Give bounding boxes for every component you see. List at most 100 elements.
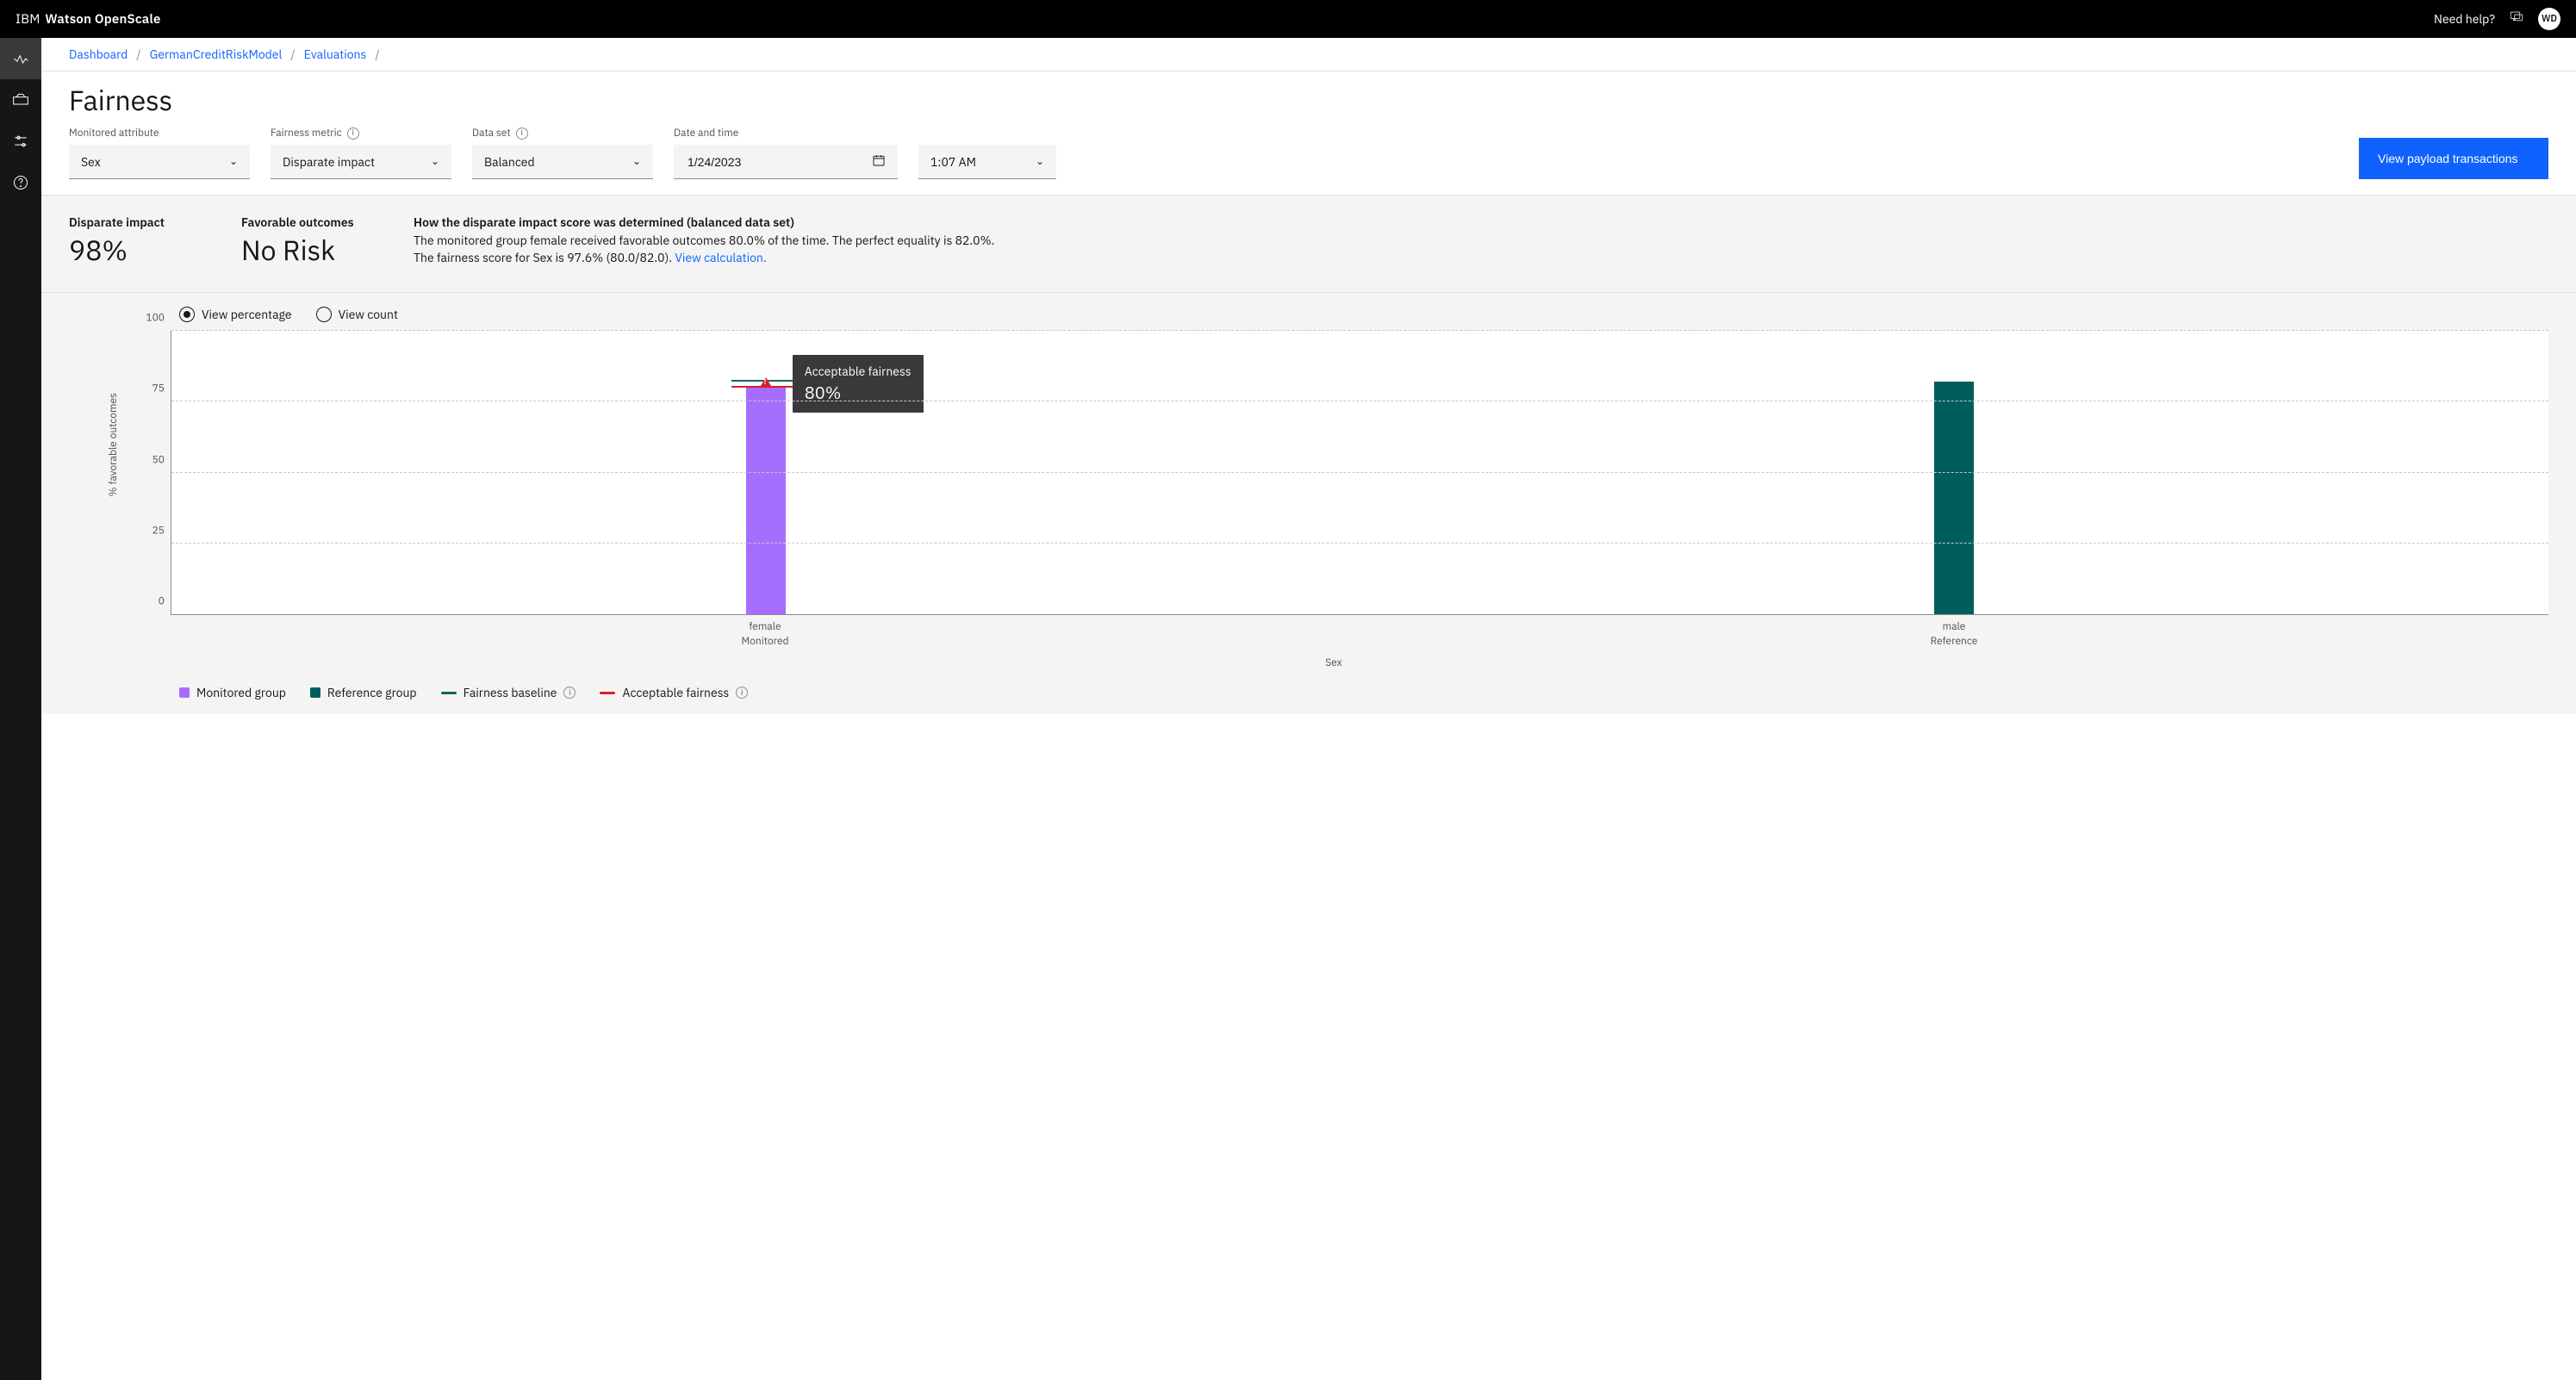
breadcrumb: Dashboard / GermanCreditRiskModel / Eval… — [41, 38, 2576, 71]
chevron-down-icon: ⌄ — [1036, 155, 1044, 168]
nav-help-icon[interactable] — [0, 162, 41, 203]
legend-monitored-group: Monitored group — [179, 685, 286, 700]
chart-tooltip: Acceptable fairness 80% — [793, 355, 924, 413]
line-swatch-icon — [600, 692, 615, 694]
chart-band: View percentage View count % favorable o… — [41, 293, 2576, 714]
radio-view-percentage[interactable]: View percentage — [179, 307, 292, 322]
bar-slot — [171, 331, 1360, 614]
metric-value: 98% — [69, 232, 190, 268]
date-input[interactable] — [674, 145, 898, 179]
select-time[interactable]: 1:07 AM ⌄ — [918, 145, 1056, 179]
warning-icon — [761, 377, 771, 386]
view-payload-transactions-button[interactable]: View payload transactions — [2359, 138, 2548, 179]
radio-dot-icon — [179, 307, 195, 322]
chart-plot: Acceptable fairness 80% 0255075100 — [171, 331, 2548, 615]
legend-label: Fairness baseline — [464, 685, 557, 700]
brand-light: IBM — [16, 11, 40, 28]
left-nav-rail — [0, 38, 41, 1380]
chart-area: % favorable outcomes Acceptable fairness… — [41, 331, 2576, 674]
chart-xcat: maleReference — [1360, 615, 2548, 648]
explain-block: How the disparate impact score was deter… — [414, 214, 1017, 268]
chat-icon[interactable] — [2509, 9, 2524, 28]
explain-title: How the disparate impact score was deter… — [414, 214, 1017, 230]
calendar-icon — [872, 153, 886, 171]
field-monitored-attribute: Monitored attribute Sex ⌄ — [69, 127, 250, 179]
metric-label: Favorable outcomes — [241, 214, 362, 230]
radio-view-count[interactable]: View count — [316, 307, 398, 322]
radio-dot-icon — [316, 307, 332, 322]
field-label: Data set i — [472, 127, 653, 140]
chart-bar[interactable] — [746, 388, 786, 614]
legend-acceptable-fairness: Acceptable fairness i — [600, 685, 748, 700]
legend-label: Reference group — [327, 685, 417, 700]
chart-ylabel: % favorable outcomes — [107, 393, 120, 496]
field-fairness-metric: Fairness metric i Disparate impact ⌄ — [271, 127, 451, 179]
chart-xcat: femaleMonitored — [171, 615, 1360, 648]
field-label-text: Data set — [472, 127, 511, 140]
main-content: Dashboard / GermanCreditRiskModel / Eval… — [41, 38, 2576, 1380]
view-calculation-link[interactable]: View calculation. — [675, 250, 766, 265]
breadcrumb-link[interactable]: GermanCreditRiskModel — [150, 47, 283, 62]
metric-disparate-impact: Disparate impact 98% — [69, 214, 190, 268]
field-date: Date and time — [674, 127, 898, 179]
summary-band: Disparate impact 98% Favorable outcomes … — [41, 196, 2576, 293]
brand-bold: Watson OpenScale — [45, 11, 160, 28]
chevron-down-icon: ⌄ — [229, 155, 238, 168]
metric-value: No Risk — [241, 232, 362, 268]
field-label — [918, 127, 1056, 140]
legend-reference-group: Reference group — [310, 685, 417, 700]
chart-ytick: 100 — [137, 312, 165, 325]
date-field[interactable] — [686, 154, 806, 170]
metric-label: Disparate impact — [69, 214, 190, 230]
chart-xlabel: Sex — [119, 648, 2548, 671]
nav-settings-icon[interactable] — [0, 121, 41, 162]
info-icon[interactable]: i — [563, 687, 576, 699]
bar-slot — [1360, 331, 2549, 614]
chart-xcat-sub: Monitored — [171, 635, 1360, 648]
select-monitored-attribute[interactable]: Sex ⌄ — [69, 145, 250, 179]
view-toggle: View percentage View count — [41, 293, 2576, 331]
swatch-icon — [179, 687, 190, 698]
select-value: 1:07 AM — [930, 154, 976, 170]
select-value: Balanced — [484, 154, 535, 170]
need-help-link[interactable]: Need help? — [2434, 11, 2495, 27]
info-icon[interactable]: i — [516, 127, 528, 140]
select-data-set[interactable]: Balanced ⌄ — [472, 145, 653, 179]
chart-xcats: femaleMonitoredmaleReference — [171, 615, 2548, 648]
line-swatch-icon — [441, 692, 457, 694]
chart-ytick: 50 — [137, 453, 165, 466]
app-topbar: IBM Watson OpenScale Need help? WD — [0, 0, 2576, 38]
select-fairness-metric[interactable]: Disparate impact ⌄ — [271, 145, 451, 179]
avatar[interactable]: WD — [2538, 8, 2560, 30]
info-icon[interactable]: i — [736, 687, 748, 699]
info-icon[interactable]: i — [347, 127, 359, 140]
chevron-down-icon: ⌄ — [431, 155, 439, 168]
field-label: Fairness metric i — [271, 127, 451, 140]
field-label-text: Fairness metric — [271, 127, 342, 140]
select-value: Sex — [81, 154, 101, 170]
breadcrumb-sep: / — [375, 47, 379, 62]
breadcrumb-sep: / — [136, 47, 140, 62]
field-data-set: Data set i Balanced ⌄ — [472, 127, 653, 179]
tooltip-title: Acceptable fairness — [805, 364, 912, 379]
chart-legend: Monitored group Reference group Fairness… — [41, 674, 2576, 704]
field-label: Monitored attribute — [69, 127, 250, 140]
explain-body: The monitored group female received favo… — [414, 232, 1017, 267]
chart-xcat-sub: Reference — [1360, 635, 2548, 648]
nav-explain-icon[interactable] — [0, 79, 41, 121]
metric-favorable-outcomes: Favorable outcomes No Risk — [241, 214, 362, 268]
legend-label: Monitored group — [196, 685, 286, 700]
nav-insights-icon[interactable] — [0, 38, 41, 79]
breadcrumb-link[interactable]: Dashboard — [69, 47, 128, 62]
chart-bar[interactable] — [1934, 382, 1974, 614]
chart-ytick: 75 — [137, 382, 165, 395]
product-brand: IBM Watson OpenScale — [16, 11, 161, 28]
page-title: Fairness — [41, 71, 2576, 123]
radio-label: View count — [339, 307, 398, 322]
legend-fairness-baseline: Fairness baseline i — [441, 685, 576, 700]
breadcrumb-link[interactable]: Evaluations — [304, 47, 367, 62]
radio-label: View percentage — [202, 307, 292, 322]
chart-ytick: 25 — [137, 524, 165, 537]
chart-ytick: 0 — [137, 595, 165, 608]
filters-row: Monitored attribute Sex ⌄ Fairness metri… — [41, 123, 2576, 196]
